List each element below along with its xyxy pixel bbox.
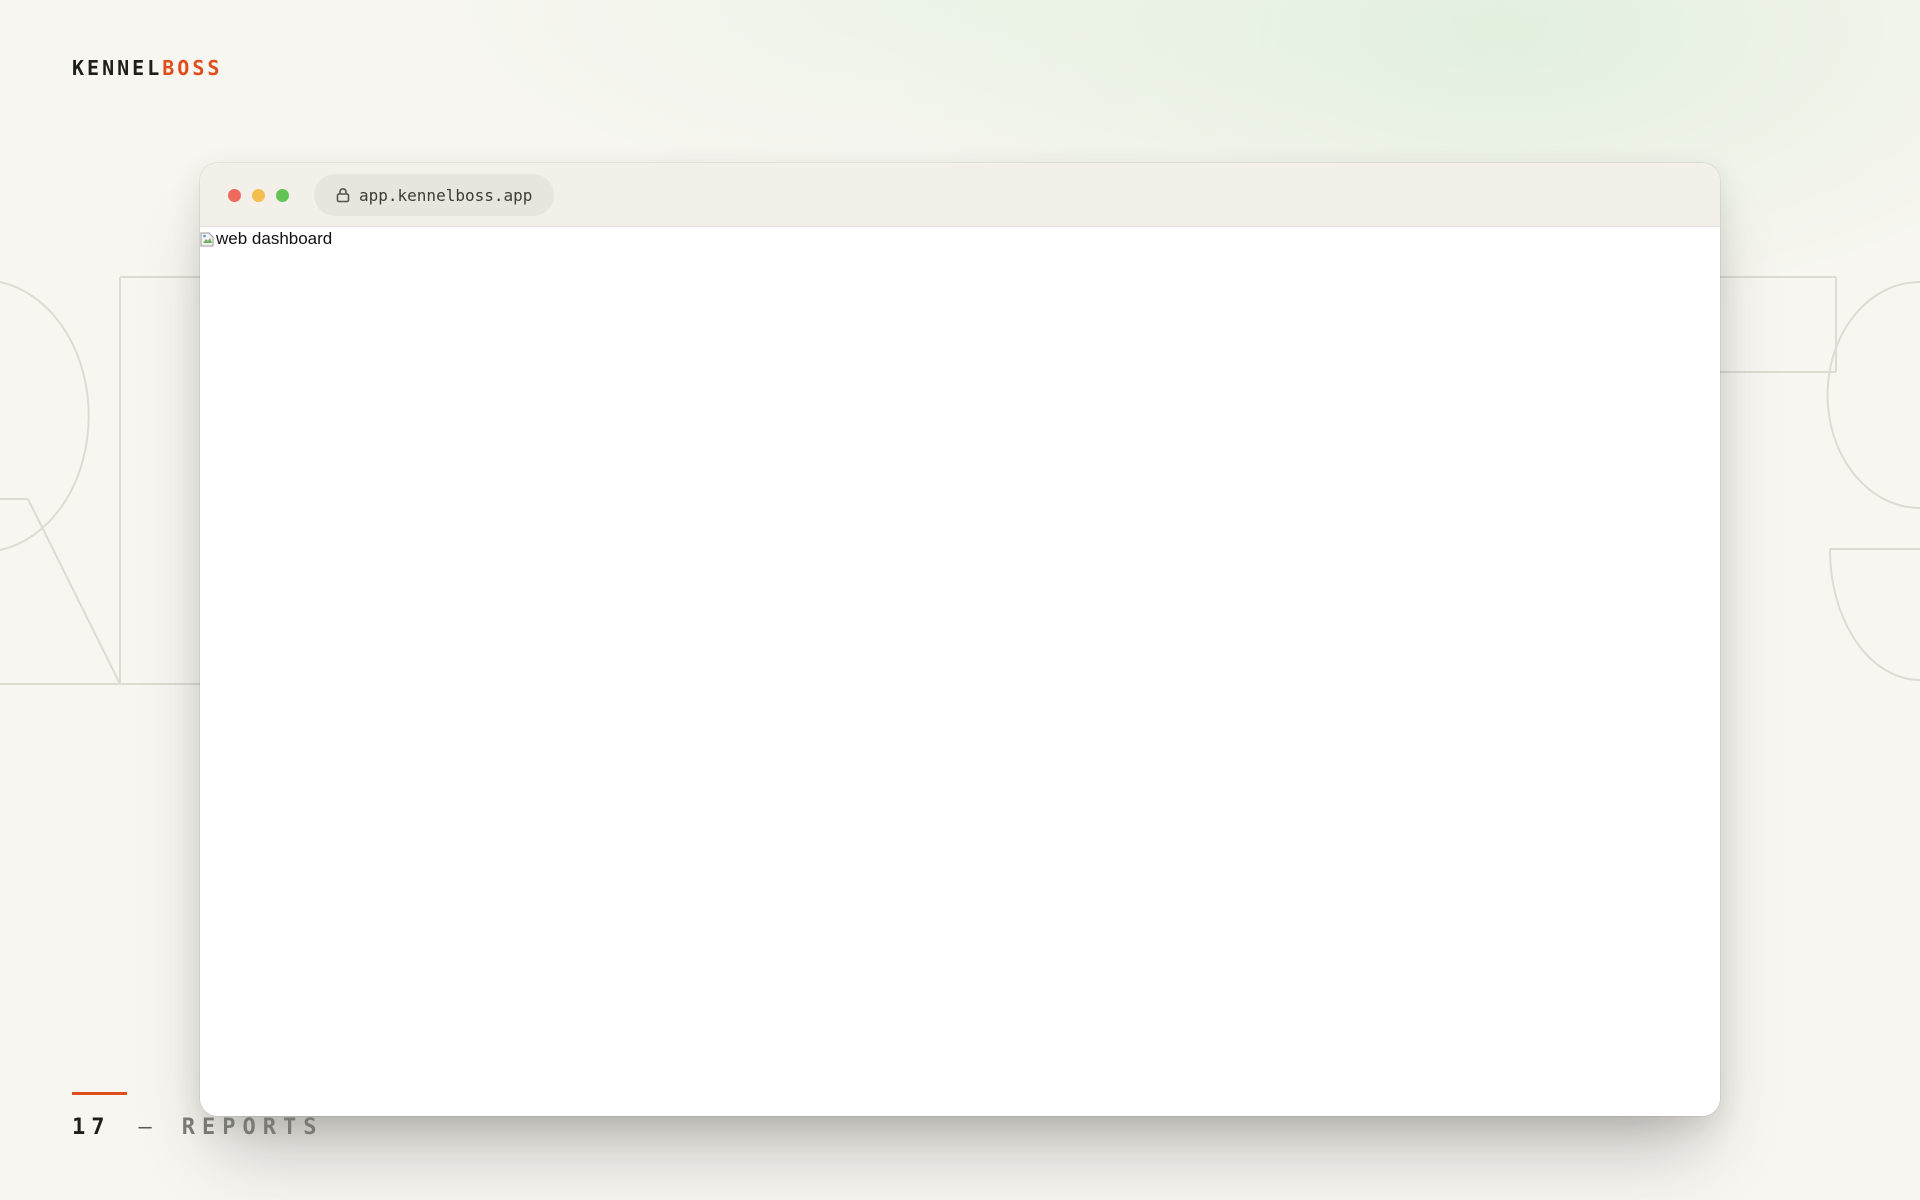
url-text: app.kennelboss.app xyxy=(359,185,533,205)
dashboard-image: web dashboard xyxy=(200,229,332,249)
brand-name-part1: KENNEL xyxy=(72,56,163,80)
address-bar[interactable]: app.kennelboss.app xyxy=(314,174,555,216)
brand-name-part2: BOSS xyxy=(162,56,223,80)
footer: 17 — REPORTS xyxy=(72,1114,323,1142)
close-window-button[interactable] xyxy=(228,189,241,202)
browser-viewport: web dashboard xyxy=(200,227,1720,1116)
minimize-window-button[interactable] xyxy=(252,189,265,202)
image-alt-text: web dashboard xyxy=(216,229,333,248)
browser-titlebar: app.kennelboss.app xyxy=(200,163,1720,227)
brand-logo[interactable]: KENNELBOSS xyxy=(72,56,222,80)
browser-window: app.kennelboss.app web dashboard xyxy=(200,163,1720,1116)
page-number: 17 xyxy=(72,1115,111,1140)
footer-accent-rule xyxy=(72,1092,127,1095)
footer-separator: — xyxy=(138,1115,152,1140)
section-label: REPORTS xyxy=(181,1115,324,1140)
broken-image-icon xyxy=(200,231,214,247)
maximize-window-button[interactable] xyxy=(276,189,289,202)
lock-icon xyxy=(336,187,350,203)
